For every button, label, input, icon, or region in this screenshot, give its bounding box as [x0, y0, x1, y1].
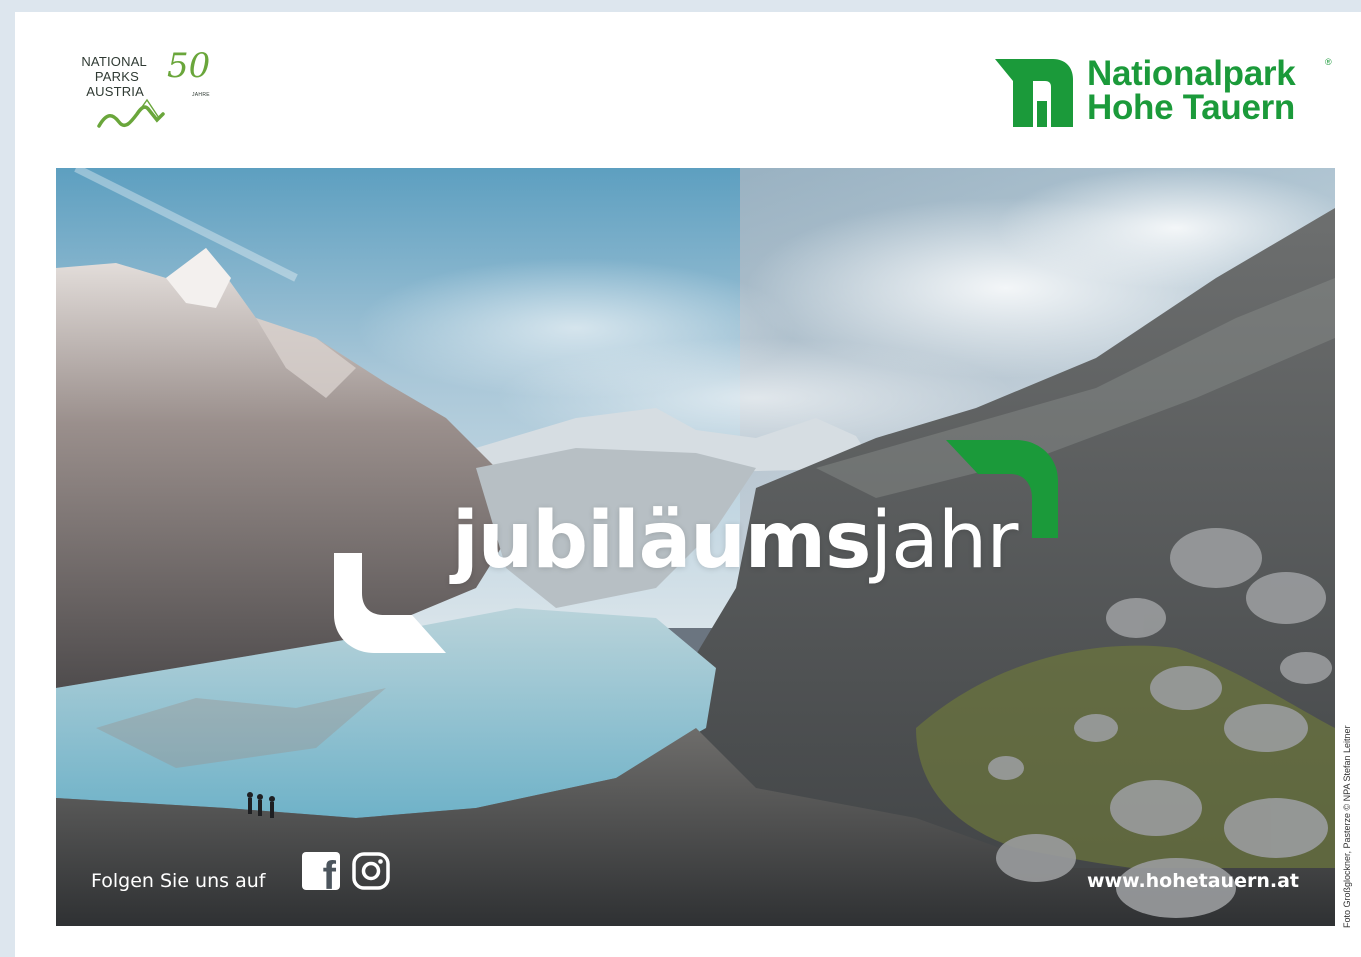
- brand-line-hohe-tauern: Hohe Tauern: [1087, 88, 1296, 127]
- anniversary-number: 50: [167, 46, 211, 86]
- headline: jubiläumsjahr: [452, 496, 1018, 586]
- instagram-icon[interactable]: [352, 852, 390, 890]
- anniversary-label: JAHRE: [192, 92, 210, 98]
- website-link[interactable]: www.hohetauern.at: [1087, 870, 1299, 892]
- national-parks-austria-logo: NATIONAL PARKS AUSTRIA 50 JAHRE: [52, 48, 222, 132]
- photo-credit: Foto Großglockner, Pasterze © NPA Stefan…: [1342, 725, 1352, 928]
- hohe-tauern-mark-icon: [995, 59, 1073, 127]
- facebook-icon[interactable]: f: [302, 852, 340, 890]
- follow-us-text: Folgen Sie uns auf: [91, 870, 266, 892]
- nationalpark-hohe-tauern-logo: Nationalpark Hohe Tauern ®: [995, 54, 1335, 129]
- registered-mark: ®: [1325, 57, 1332, 67]
- brand-line-nationalpark: Nationalpark: [1087, 54, 1296, 93]
- mountain-wave-icon: [97, 98, 165, 128]
- logo-line-national: NATIONAL: [81, 54, 147, 69]
- headline-light: jahr: [870, 496, 1018, 586]
- headline-bold: jubiläums: [452, 496, 871, 586]
- logo-line-parks: PARKS: [94, 69, 139, 84]
- page: NATIONAL PARKS AUSTRIA 50 JAHRE National…: [0, 0, 1361, 957]
- landscape-photo: jubiläumsjahr Folgen Sie uns auf f www.h…: [56, 168, 1335, 926]
